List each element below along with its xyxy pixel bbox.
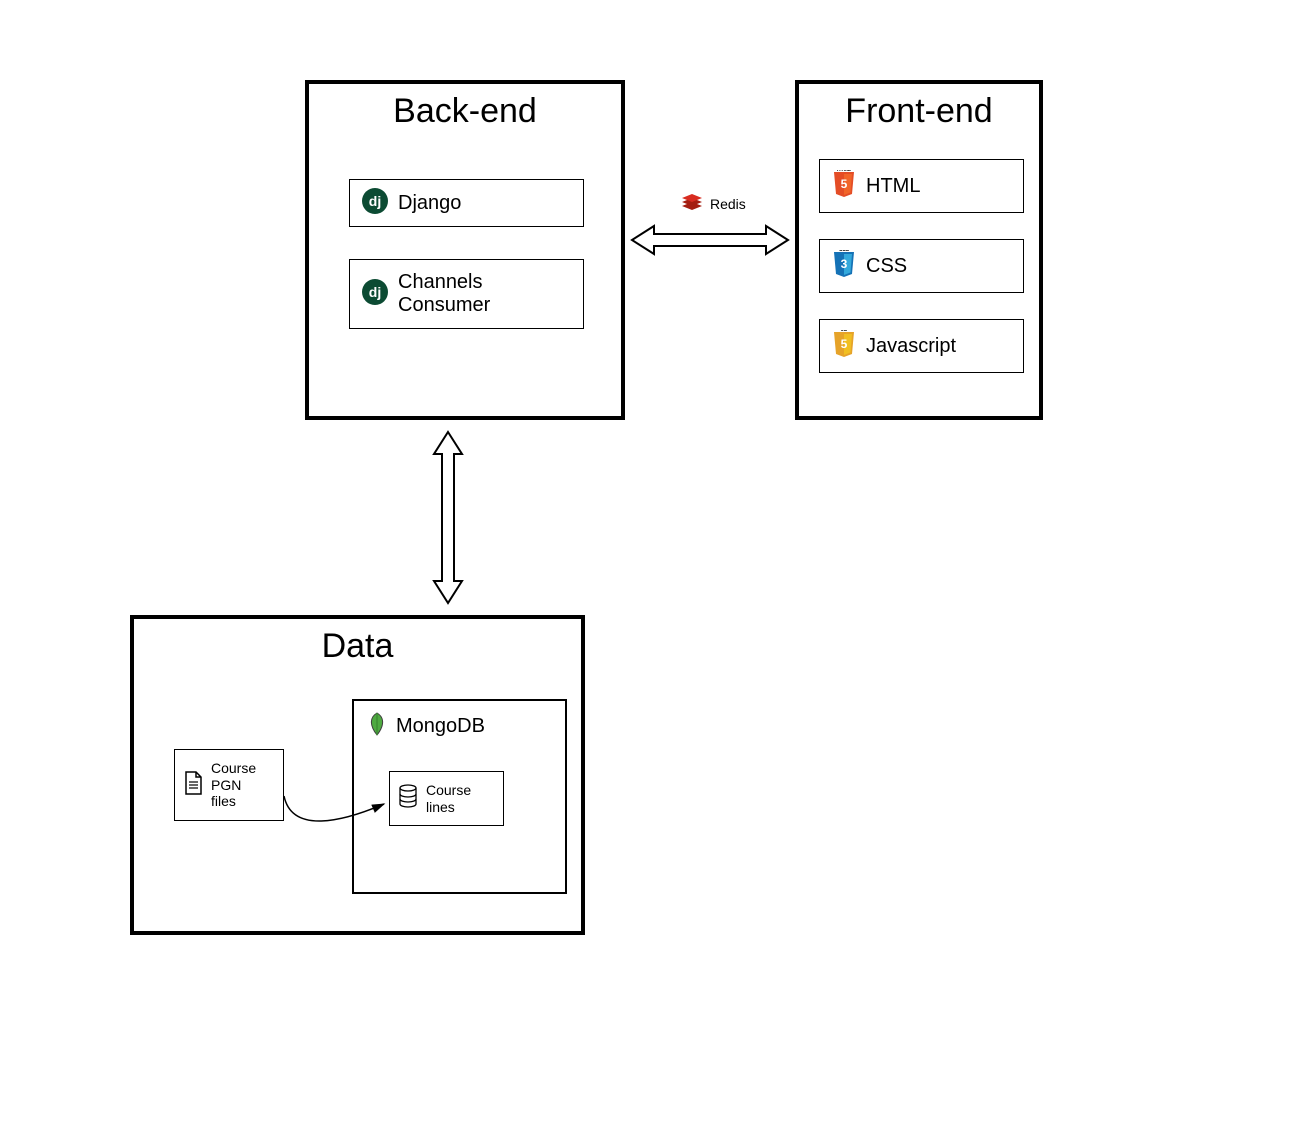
frontend-title: Front-end bbox=[799, 84, 1039, 131]
django-icon: dj bbox=[362, 279, 388, 310]
mongo-icon bbox=[366, 711, 388, 742]
frontend-box: Front-end HTML 5 HTML CSS 3 CSS JS 5 Javasc… bbox=[795, 80, 1043, 420]
svg-text:5: 5 bbox=[841, 337, 848, 351]
svg-text:JS: JS bbox=[841, 330, 848, 333]
redis-connector: Redis bbox=[680, 190, 746, 217]
data-pgn-label: Course PGN files bbox=[211, 760, 256, 810]
svg-text:CSS: CSS bbox=[839, 250, 850, 253]
frontend-item-js: JS 5 Javascript bbox=[819, 319, 1024, 373]
backend-title: Back-end bbox=[309, 84, 621, 131]
django-icon: dj bbox=[362, 188, 388, 219]
redis-icon bbox=[680, 190, 704, 217]
svg-text:dj: dj bbox=[369, 284, 381, 300]
backend-item-label: Django bbox=[398, 192, 461, 215]
svg-text:5: 5 bbox=[841, 177, 848, 191]
backend-box: Back-end dj Django dj Channels Consumer bbox=[305, 80, 625, 420]
backend-item-label: Channels Consumer bbox=[398, 271, 490, 317]
arrow-backend-data bbox=[430, 430, 466, 605]
backend-item-django: dj Django bbox=[349, 179, 584, 227]
data-pgn-box: Course PGN files bbox=[174, 749, 284, 821]
arrow-pgn-to-lines bbox=[282, 794, 392, 839]
arrow-backend-frontend bbox=[630, 222, 790, 258]
frontend-item-css: CSS 3 CSS bbox=[819, 239, 1024, 293]
data-lines-box: Course lines bbox=[389, 771, 504, 826]
frontend-item-label: HTML bbox=[866, 175, 920, 198]
html-icon: HTML 5 bbox=[832, 170, 856, 203]
file-icon bbox=[183, 771, 203, 800]
frontend-item-label: CSS bbox=[866, 255, 907, 278]
svg-text:HTML: HTML bbox=[837, 170, 851, 173]
js-icon: JS 5 bbox=[832, 330, 856, 363]
redis-label: Redis bbox=[710, 196, 746, 212]
data-title: Data bbox=[134, 619, 581, 666]
backend-item-channels: dj Channels Consumer bbox=[349, 259, 584, 329]
data-box: Data Course PGN files MongoDB Course lin… bbox=[130, 615, 585, 935]
database-icon bbox=[398, 784, 418, 813]
data-lines-label: Course lines bbox=[426, 782, 471, 816]
svg-text:3: 3 bbox=[841, 257, 848, 271]
svg-text:dj: dj bbox=[369, 193, 381, 209]
frontend-item-html: HTML 5 HTML bbox=[819, 159, 1024, 213]
css-icon: CSS 3 bbox=[832, 250, 856, 283]
data-mongo-label: MongoDB bbox=[396, 715, 485, 738]
frontend-item-label: Javascript bbox=[866, 335, 956, 358]
